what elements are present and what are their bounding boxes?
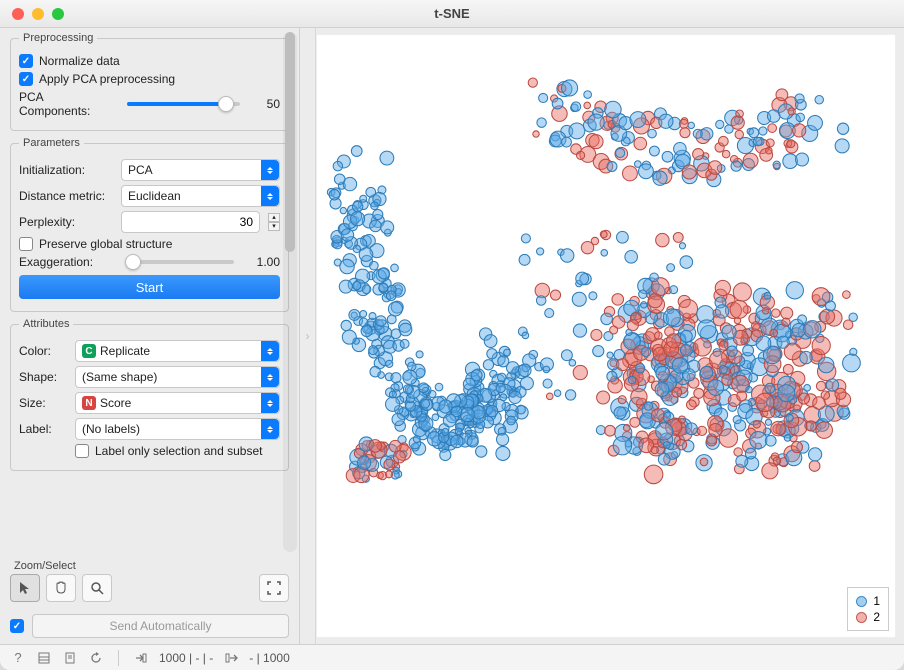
color-select[interactable]: CReplicate bbox=[75, 340, 280, 362]
control-sidebar: Preprocessing Normalize data Apply PCA p… bbox=[0, 28, 300, 644]
maximize-window-button[interactable] bbox=[52, 8, 64, 20]
attributes-legend: Attributes bbox=[19, 318, 73, 330]
label-label: Label: bbox=[19, 422, 69, 436]
legend-item-2: 2 bbox=[856, 610, 880, 624]
exaggeration-label: Exaggeration: bbox=[19, 255, 115, 269]
size-label: Size: bbox=[19, 396, 69, 410]
pca-components-slider[interactable] bbox=[127, 102, 240, 106]
start-button[interactable]: Start bbox=[19, 275, 280, 299]
color-label: Color: bbox=[19, 344, 69, 358]
hand-icon bbox=[53, 580, 69, 596]
legend-swatch-icon bbox=[856, 612, 867, 623]
chevron-updown-icon bbox=[261, 186, 279, 206]
plot-legend: 1 2 bbox=[847, 587, 889, 631]
reset-icon[interactable] bbox=[88, 650, 104, 666]
report-icon[interactable] bbox=[62, 650, 78, 666]
categorical-badge-icon: C bbox=[82, 344, 96, 358]
send-auto-checkbox[interactable] bbox=[10, 619, 24, 633]
pan-tool-button[interactable] bbox=[46, 574, 76, 602]
numeric-badge-icon: N bbox=[82, 396, 96, 410]
output-status-text: - | 1000 bbox=[249, 651, 289, 665]
shape-select[interactable]: (Same shape) bbox=[75, 366, 280, 388]
help-icon[interactable]: ? bbox=[10, 650, 26, 666]
stepper-up-icon[interactable]: ▴ bbox=[268, 213, 280, 222]
sidebar-scrollbar[interactable] bbox=[283, 32, 297, 552]
label-select[interactable]: (No labels) bbox=[75, 418, 280, 440]
attributes-group: Attributes Color: CReplicate Shape: (Sam… bbox=[10, 318, 289, 471]
label-only-selection-checkbox[interactable] bbox=[75, 444, 89, 458]
pca-components-value: 50 bbox=[252, 97, 280, 111]
send-automatically-button[interactable]: Send Automatically bbox=[32, 614, 289, 638]
exaggeration-value: 1.00 bbox=[246, 255, 280, 269]
sidebar-scrollbar-thumb[interactable] bbox=[285, 32, 295, 252]
parameters-legend: Parameters bbox=[19, 137, 84, 149]
initialization-select[interactable]: PCA bbox=[121, 159, 280, 181]
settings-icon[interactable] bbox=[36, 650, 52, 666]
distance-metric-select[interactable]: Euclidean bbox=[121, 185, 280, 207]
minimize-window-button[interactable] bbox=[32, 8, 44, 20]
input-status-text: 1000 | - | - bbox=[159, 651, 213, 665]
output-arrow-icon bbox=[223, 650, 239, 666]
normalize-checkbox[interactable] bbox=[19, 54, 33, 68]
magnifier-icon bbox=[90, 581, 104, 595]
perplexity-input[interactable] bbox=[121, 211, 260, 233]
select-tool-button[interactable] bbox=[10, 574, 40, 602]
chevron-updown-icon bbox=[261, 367, 279, 387]
fullscreen-icon bbox=[267, 581, 281, 595]
perplexity-label: Perplexity: bbox=[19, 215, 115, 229]
chevron-updown-icon bbox=[261, 341, 279, 361]
stepper-down-icon[interactable]: ▾ bbox=[268, 222, 280, 231]
chevron-updown-icon bbox=[261, 393, 279, 413]
exaggeration-slider[interactable] bbox=[127, 260, 234, 264]
scatter-plot[interactable]: 1 2 bbox=[316, 34, 896, 638]
distance-metric-label: Distance metric: bbox=[19, 189, 115, 203]
close-window-button[interactable] bbox=[12, 8, 24, 20]
window-title: t-SNE bbox=[0, 6, 904, 21]
panel-splitter[interactable]: › bbox=[300, 28, 316, 644]
pca-preprocess-label: Apply PCA preprocessing bbox=[39, 72, 175, 86]
parameters-group: Parameters Initialization: PCA Distance … bbox=[10, 137, 289, 312]
size-select[interactable]: NScore bbox=[75, 392, 280, 414]
zoom-tool-button[interactable] bbox=[82, 574, 112, 602]
preprocessing-legend: Preprocessing bbox=[19, 32, 97, 44]
preprocessing-group: Preprocessing Normalize data Apply PCA p… bbox=[10, 32, 289, 131]
titlebar: t-SNE bbox=[0, 0, 904, 28]
chevron-updown-icon bbox=[261, 419, 279, 439]
fit-to-view-button[interactable] bbox=[259, 574, 289, 602]
input-arrow-icon bbox=[133, 650, 149, 666]
legend-item-1: 1 bbox=[856, 594, 880, 608]
perplexity-stepper[interactable]: ▴ ▾ bbox=[268, 213, 280, 231]
pca-components-label: PCA Components: bbox=[19, 90, 115, 118]
shape-label: Shape: bbox=[19, 370, 69, 384]
legend-swatch-icon bbox=[856, 596, 867, 607]
zoom-select-label: Zoom/Select bbox=[14, 560, 289, 572]
preserve-global-checkbox[interactable] bbox=[19, 237, 33, 251]
preserve-global-label: Preserve global structure bbox=[39, 237, 172, 251]
initialization-label: Initialization: bbox=[19, 163, 115, 177]
chevron-updown-icon bbox=[261, 160, 279, 180]
normalize-label: Normalize data bbox=[39, 54, 120, 68]
status-bar: ? 1000 | - | - - | 1000 bbox=[0, 644, 904, 670]
cursor-arrow-icon bbox=[18, 581, 32, 595]
pca-preprocess-checkbox[interactable] bbox=[19, 72, 33, 86]
chevron-right-icon: › bbox=[306, 329, 310, 343]
label-only-selection-label: Label only selection and subset bbox=[95, 444, 262, 458]
